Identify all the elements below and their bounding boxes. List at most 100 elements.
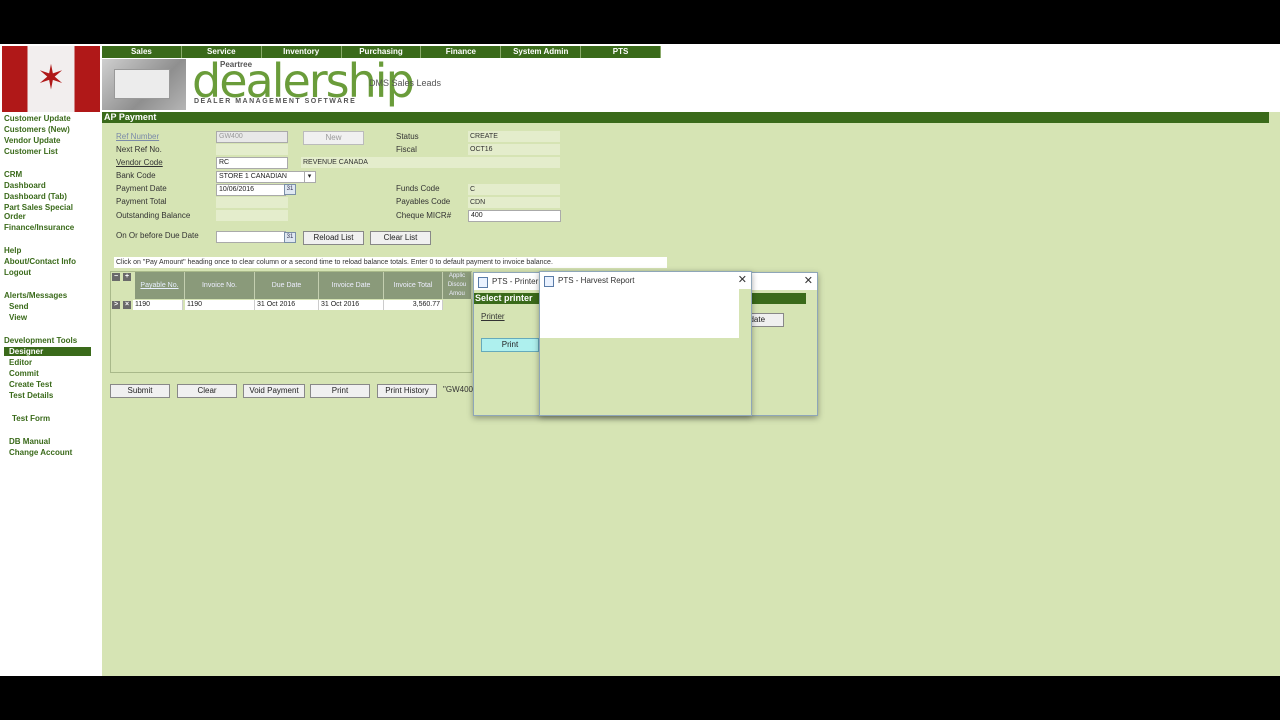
- next-ref-label: Next Ref No.: [116, 145, 162, 154]
- nav-test-details[interactable]: Test Details: [9, 391, 53, 400]
- nav-crm[interactable]: CRM: [4, 170, 22, 179]
- fiscal-value: OCT16: [468, 144, 560, 155]
- next-ref-value: [216, 144, 288, 155]
- reload-list-button[interactable]: Reload List: [303, 231, 364, 245]
- printer-dialog-header: Select printer: [475, 293, 533, 303]
- close-icon[interactable]: ✕: [804, 273, 813, 290]
- due-date-field[interactable]: [216, 231, 286, 243]
- vendor-code-field[interactable]: RC: [216, 157, 288, 169]
- print-history-button[interactable]: Print History: [377, 384, 437, 398]
- harvest-dialog-titlebar[interactable]: PTS - Harvest Report: [540, 272, 751, 289]
- calendar-icon[interactable]: 31: [284, 184, 296, 195]
- clear-list-button[interactable]: Clear List: [370, 231, 431, 245]
- cell-payable-no[interactable]: 1190: [133, 300, 183, 310]
- harvest-report-dialog: PTS - Harvest Report ✕: [539, 271, 752, 416]
- harvest-dialog-title: PTS - Harvest Report: [558, 276, 635, 285]
- nav-designer[interactable]: Designer: [4, 347, 91, 356]
- menu-system-admin[interactable]: System Admin: [501, 46, 582, 58]
- nav-commit[interactable]: Commit: [9, 369, 39, 378]
- cell-invoice-total[interactable]: 3,560.77: [384, 300, 443, 310]
- nav-part-sales-order[interactable]: Order: [4, 212, 26, 221]
- nav-customers-new[interactable]: Customers (New): [4, 125, 70, 134]
- payables-code-value: CDN: [468, 197, 560, 208]
- nav-test-form[interactable]: Test Form: [12, 414, 50, 423]
- payment-date-field[interactable]: 10/06/2016: [216, 184, 286, 196]
- nav-finance-insurance[interactable]: Finance/Insurance: [4, 223, 74, 232]
- menu-pts[interactable]: PTS: [581, 46, 662, 58]
- col-invoice-date[interactable]: Invoice Date: [319, 272, 384, 299]
- nav-customer-update[interactable]: Customer Update: [4, 114, 71, 123]
- nav-dashboard[interactable]: Dashboard: [4, 181, 46, 190]
- cheque-micr-field[interactable]: 400: [468, 210, 561, 222]
- nav-vendor-update[interactable]: Vendor Update: [4, 136, 60, 145]
- col-applied-discount[interactable]: Applic Discou Amou: [443, 272, 472, 299]
- brand-tagline: DEALER MANAGEMENT SOFTWARE: [194, 98, 357, 105]
- cheque-micr-label: Cheque MICR#: [396, 211, 452, 220]
- cell-due-date[interactable]: 31 Oct 2016: [255, 300, 319, 310]
- nav-about-contact[interactable]: About/Contact Info: [4, 257, 76, 266]
- collapse-icon[interactable]: −: [112, 273, 120, 281]
- fiscal-label: Fiscal: [396, 145, 417, 154]
- new-button[interactable]: New: [303, 131, 364, 145]
- outstanding-balance-value: [216, 210, 288, 221]
- payment-total-label: Payment Total: [116, 197, 167, 206]
- outstanding-balance-label: Outstanding Balance: [116, 211, 191, 220]
- expand-row-icon[interactable]: >: [112, 301, 120, 309]
- payment-total-value: [216, 197, 288, 208]
- menu-finance[interactable]: Finance: [421, 46, 502, 58]
- add-row-icon[interactable]: +: [123, 273, 131, 281]
- nav-part-sales-special[interactable]: Part Sales Special: [4, 203, 73, 212]
- nav-help[interactable]: Help: [4, 246, 21, 255]
- nav-alerts-view[interactable]: View: [9, 313, 27, 322]
- maple-leaf-icon: ✶: [36, 58, 66, 98]
- payment-date-label: Payment Date: [116, 184, 167, 193]
- nav-development-tools[interactable]: Development Tools: [4, 336, 77, 345]
- module-label: DMS Sales Leads: [369, 78, 442, 88]
- funds-code-label: Funds Code: [396, 184, 440, 193]
- calendar-icon[interactable]: 31: [284, 232, 296, 243]
- status-value: CREATE: [468, 131, 560, 142]
- bank-code-label: Bank Code: [116, 171, 156, 180]
- nav-editor[interactable]: Editor: [9, 358, 32, 367]
- cell-invoice-no[interactable]: 1190: [185, 300, 255, 310]
- nav-db-manual[interactable]: DB Manual: [9, 437, 50, 446]
- menu-sales[interactable]: Sales: [102, 46, 182, 58]
- due-date-label: On Or before Due Date: [116, 231, 199, 240]
- col-due-date[interactable]: Due Date: [255, 272, 319, 299]
- col-invoice-total[interactable]: Invoice Total: [384, 272, 443, 299]
- grid-hint: Click on "Pay Amount" heading once to cl…: [114, 257, 667, 268]
- chevron-down-icon[interactable]: ▾: [304, 172, 314, 182]
- print-button[interactable]: Print: [310, 384, 370, 398]
- vendor-name: REVENUE CANADA: [301, 157, 560, 168]
- clear-button[interactable]: Clear: [177, 384, 237, 398]
- nav-alerts-send[interactable]: Send: [9, 302, 29, 311]
- window-icon: [544, 276, 554, 287]
- nav-customer-list[interactable]: Customer List: [4, 147, 58, 156]
- submit-button[interactable]: Submit: [110, 384, 170, 398]
- delete-row-icon[interactable]: ×: [123, 301, 131, 309]
- nav-alerts-messages[interactable]: Alerts/Messages: [4, 291, 67, 300]
- nav-change-account[interactable]: Change Account: [9, 448, 72, 457]
- col-payable-no[interactable]: Payable No.: [135, 272, 185, 299]
- printer-dialog-title: PTS - Printer: [492, 277, 539, 286]
- printer-label: Printer: [481, 312, 505, 321]
- bank-code-value: STORE 1 CANADIAN: [219, 173, 287, 180]
- payables-code-label: Payables Code: [396, 197, 451, 206]
- page-title: AP Payment: [102, 112, 1269, 123]
- canada-flag-logo: ✶: [2, 46, 100, 112]
- vendor-code-label[interactable]: Vendor Code: [116, 158, 163, 167]
- status-label: Status: [396, 132, 419, 141]
- ref-number-field[interactable]: GW400: [216, 131, 288, 143]
- cell-invoice-date[interactable]: 31 Oct 2016: [319, 300, 384, 310]
- close-icon[interactable]: ✕: [738, 272, 747, 289]
- funds-code-value: C: [468, 184, 560, 195]
- nav-logout[interactable]: Logout: [4, 268, 31, 277]
- window-icon: [478, 277, 488, 288]
- nav-dashboard-tab[interactable]: Dashboard (Tab): [4, 192, 67, 201]
- void-payment-button[interactable]: Void Payment: [243, 384, 305, 398]
- col-invoice-no[interactable]: Invoice No.: [185, 272, 255, 299]
- bank-code-select[interactable]: STORE 1 CANADIAN ▾: [216, 171, 316, 183]
- dialog-print-button[interactable]: Print: [481, 338, 539, 352]
- ref-tag: "GW400: [443, 385, 473, 394]
- nav-create-test[interactable]: Create Test: [9, 380, 52, 389]
